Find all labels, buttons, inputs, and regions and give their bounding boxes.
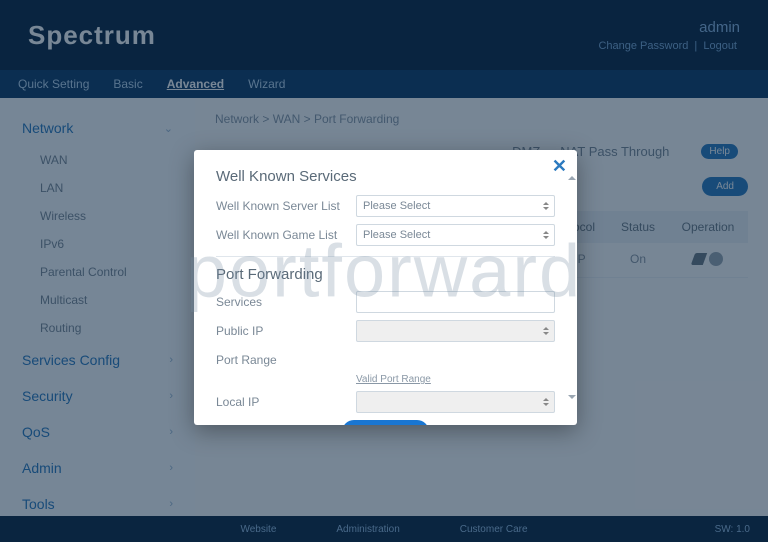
local-ip-label: Local IP	[216, 395, 356, 409]
close-icon[interactable]: ✕	[552, 156, 567, 177]
scrollbar[interactable]	[566, 172, 574, 403]
port-forwarding-modal: ✕ Well Known Services Well Known Server …	[194, 150, 577, 425]
footer: Website Administration Customer Care SW:…	[0, 516, 768, 542]
public-ip-label: Public IP	[216, 324, 356, 338]
footer-version: SW: 1.0	[715, 524, 750, 535]
modal-section-title: Well Known Services	[216, 168, 555, 185]
server-list-label: Well Known Server List	[216, 199, 356, 213]
server-list-select[interactable]: Please Select	[356, 195, 555, 217]
game-list-label: Well Known Game List	[216, 228, 356, 242]
services-label: Services	[216, 295, 356, 309]
services-input[interactable]	[356, 291, 555, 313]
modal-section-title: Port Forwarding	[216, 256, 555, 283]
footer-administration[interactable]: Administration	[336, 524, 399, 535]
game-list-select[interactable]: Please Select	[356, 224, 555, 246]
port-range-hint[interactable]: Valid Port Range	[356, 374, 555, 385]
footer-website[interactable]: Website	[240, 524, 276, 535]
confirm-button[interactable]: Confirm	[342, 420, 428, 425]
port-range-label: Port Range	[216, 353, 356, 367]
public-ip-input[interactable]	[356, 320, 555, 342]
footer-customer-care[interactable]: Customer Care	[460, 524, 528, 535]
local-ip-input[interactable]	[356, 391, 555, 413]
